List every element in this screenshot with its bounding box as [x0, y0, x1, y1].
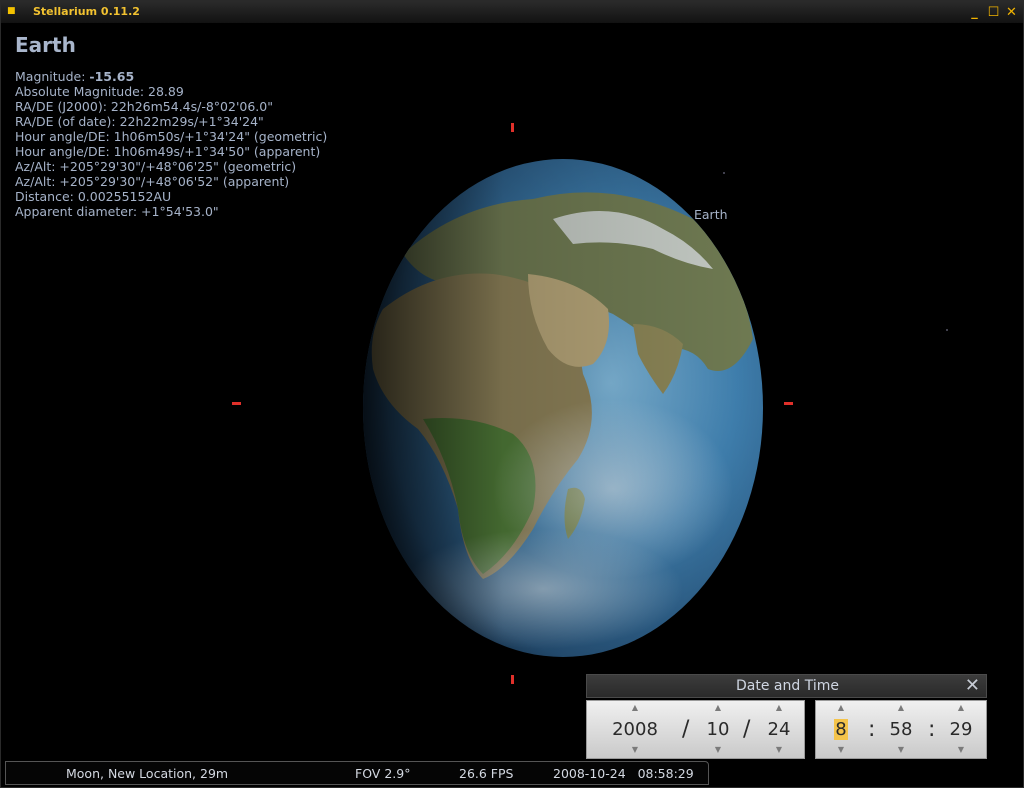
month-value[interactable]: 10 — [700, 719, 736, 740]
dialog-title: Date and Time — [736, 678, 839, 694]
status-location: Moon, New Location, 29m — [66, 766, 229, 781]
app-icon[interactable]: ■ — [7, 7, 16, 16]
close-icon[interactable]: ✕ — [1005, 6, 1018, 19]
title-bar[interactable]: ■ Stellarium 0.11.2 _ ☐ ✕ — [1, 1, 1023, 24]
magnitude-label: Magnitude: — [15, 69, 90, 84]
stellarium-window: ■ Stellarium 0.11.2 _ ☐ ✕ Earth Earth Ma… — [0, 0, 1024, 788]
month-up-icon[interactable]: ▲ — [700, 703, 736, 712]
status-fov: FOV 2.9° — [355, 766, 411, 781]
target-marker-bottom — [511, 675, 514, 684]
year-spinbox[interactable]: ▲ 2008 ▼ — [605, 701, 665, 758]
second-spinbox[interactable]: ▲ 29 ▼ — [946, 701, 976, 758]
target-marker-top — [511, 123, 514, 132]
hour-down-icon[interactable]: ▼ — [828, 745, 854, 754]
info-line: Distance: 0.00255152AU — [15, 189, 172, 204]
hour-up-icon[interactable]: ▲ — [828, 703, 854, 712]
window-title: Stellarium 0.11.2 — [33, 5, 140, 18]
star — [946, 329, 948, 331]
magnitude-value: -15.65 — [89, 69, 135, 84]
minimize-icon[interactable]: _ — [968, 6, 981, 19]
day-down-icon[interactable]: ▼ — [761, 745, 797, 754]
month-down-icon[interactable]: ▼ — [700, 745, 736, 754]
info-line: Apparent diameter: +1°54'53.0" — [15, 204, 219, 219]
minute-value[interactable]: 58 — [886, 719, 916, 740]
maximize-icon[interactable]: ☐ — [987, 6, 1000, 19]
year-value[interactable]: 2008 — [605, 719, 665, 740]
date-time-dialog-header[interactable]: Date and Time ✕ — [586, 674, 987, 698]
time-separator: : — [928, 717, 936, 742]
info-line: RA/DE (of date): 22h22m29s/+1°34'24" — [15, 114, 264, 129]
minute-spinbox[interactable]: ▲ 58 ▼ — [886, 701, 916, 758]
earth-globe[interactable] — [363, 159, 763, 657]
target-marker-right — [784, 402, 793, 405]
info-line: Az/Alt: +205°29'30"/+48°06'52" (apparent… — [15, 174, 290, 189]
second-up-icon[interactable]: ▲ — [946, 703, 976, 712]
date-separator: / — [743, 717, 751, 742]
info-line: RA/DE (J2000): 22h26m54.4s/-8°02'06.0" — [15, 99, 273, 114]
target-marker-left — [232, 402, 241, 405]
minute-up-icon[interactable]: ▲ — [886, 703, 916, 712]
info-line: Az/Alt: +205°29'30"/+48°06'25" (geometri… — [15, 159, 297, 174]
day-up-icon[interactable]: ▲ — [761, 703, 797, 712]
sky-object-label[interactable]: Earth — [694, 207, 728, 222]
date-fields: ▲ 2008 ▼ / ▲ 10 ▼ / ▲ 24 ▼ — [586, 700, 805, 759]
year-up-icon[interactable]: ▲ — [605, 703, 665, 712]
date-separator: / — [682, 717, 690, 742]
info-magnitude: Magnitude: -15.65 — [15, 69, 327, 84]
status-datetime: 2008-10-24 08:58:29 — [553, 766, 694, 781]
info-line: Absolute Magnitude: 28.89 — [15, 84, 184, 99]
minute-down-icon[interactable]: ▼ — [886, 745, 916, 754]
day-value[interactable]: 24 — [761, 719, 797, 740]
day-spinbox[interactable]: ▲ 24 ▼ — [761, 701, 797, 758]
month-spinbox[interactable]: ▲ 10 ▼ — [700, 701, 736, 758]
year-down-icon[interactable]: ▼ — [605, 745, 665, 754]
close-dialog-icon[interactable]: ✕ — [965, 676, 980, 696]
date-time-dialog: Date and Time ✕ ▲ 2008 ▼ / ▲ 10 ▼ / ▲ 24… — [586, 674, 987, 760]
hour-value[interactable]: 8 — [828, 719, 854, 740]
info-line: Hour angle/DE: 1h06m50s/+1°34'24" (geome… — [15, 129, 328, 144]
second-value[interactable]: 29 — [946, 719, 976, 740]
status-fps: 26.6 FPS — [459, 766, 514, 781]
time-fields: ▲ 8 ▼ : ▲ 58 ▼ : ▲ 29 ▼ — [815, 700, 987, 759]
hour-value-text[interactable]: 8 — [834, 719, 848, 740]
time-separator: : — [868, 717, 876, 742]
status-bar: Moon, New Location, 29m FOV 2.9° 26.6 FP… — [5, 761, 709, 785]
object-name: Earth — [15, 33, 76, 57]
info-line: Hour angle/DE: 1h06m49s/+1°34'50" (appar… — [15, 144, 321, 159]
second-down-icon[interactable]: ▼ — [946, 745, 976, 754]
object-info-panel: Earth Magnitude: -15.65 Absolute Magnitu… — [15, 33, 327, 219]
hour-spinbox[interactable]: ▲ 8 ▼ — [828, 701, 854, 758]
